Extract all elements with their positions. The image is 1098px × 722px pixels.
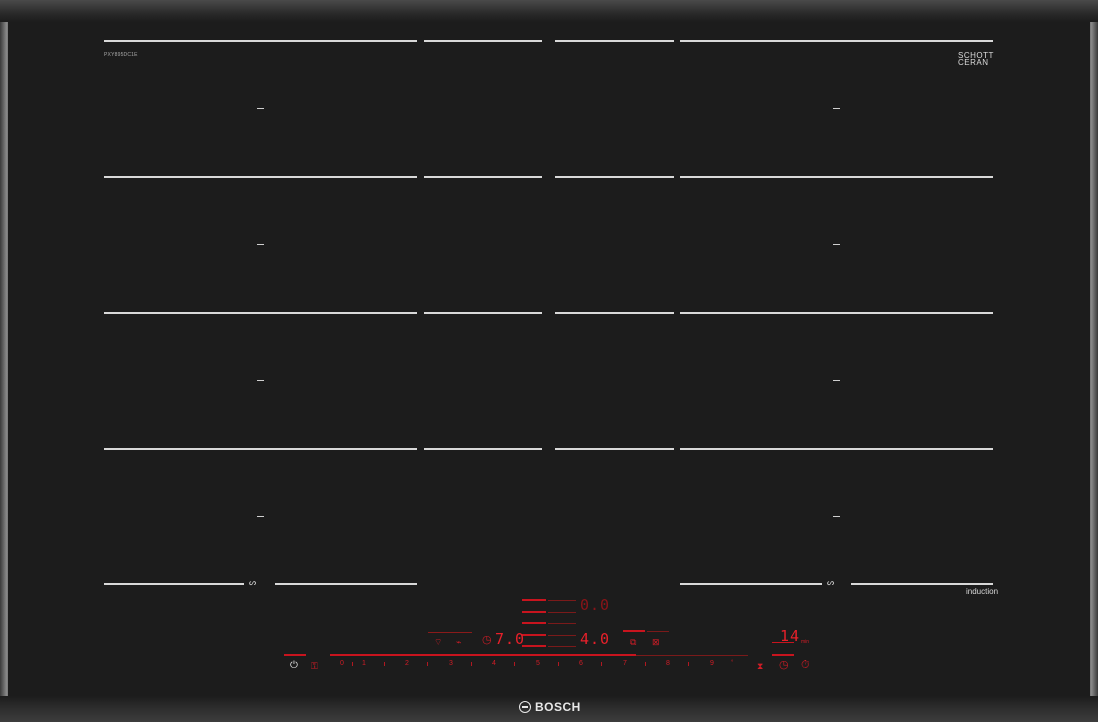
zone-selector-3[interactable] [522,622,546,624]
flex-zone-right-icon: ᔕ [827,578,835,587]
ceramic-glass [8,22,1090,696]
timer-unit: min [801,639,810,645]
zone-timer-display: 0.0 [580,596,611,614]
zone-selector-5[interactable] [522,645,546,647]
zone-selector-1[interactable] [522,599,546,601]
schott-ceran-logo: SCHOTT CERAN [958,52,994,67]
scale-8[interactable]: 8 [666,660,670,667]
power-button[interactable]: ⏻ [290,661,298,671]
scale-9[interactable]: 9 [710,660,714,667]
hourglass-icon[interactable]: ⧗ [757,661,763,671]
timer-icon-left[interactable]: ◷ [482,635,492,646]
scale-4[interactable]: 4 [492,660,496,667]
flex-zone-left-icon: ᔕ [249,578,257,587]
scale-5[interactable]: 5 [536,660,540,667]
scale-3[interactable]: 3 [449,660,453,667]
top-trim [0,0,1098,22]
scale-0[interactable]: 0 [340,660,344,667]
bosch-armature-icon [519,701,531,713]
brand-logo: BOSCH [519,700,581,714]
ceran-line2: CERAN [958,58,989,67]
stopwatch-icon[interactable]: ⏱ [801,660,810,671]
zone-selector-2[interactable] [522,611,546,613]
keep-warm-icon[interactable]: ⊠ [652,637,660,647]
frying-sensor-icon[interactable]: ⌔ [434,637,442,647]
scale-6[interactable]: 6 [579,660,583,667]
child-lock-button[interactable]: ⚿ [311,661,318,671]
move-mode-icon[interactable]: ⧉ [630,637,636,647]
scale-1[interactable]: 1 [362,660,366,667]
left-power-level: 7.0 [495,630,526,648]
power-boost-button[interactable]: ° [731,660,733,666]
zone-selector-4[interactable] [522,634,546,636]
scale-2[interactable]: 2 [405,660,409,667]
model-number: PXY895DC1E [104,52,138,58]
center-power-level: 4.0 [580,630,611,648]
brand-name: BOSCH [535,700,581,714]
timer-icon[interactable]: ◷ [779,660,789,671]
induction-label: induction [966,587,999,596]
scale-7[interactable]: 7 [623,660,627,667]
cooking-sensor-icon[interactable]: ⌁ [456,637,461,647]
